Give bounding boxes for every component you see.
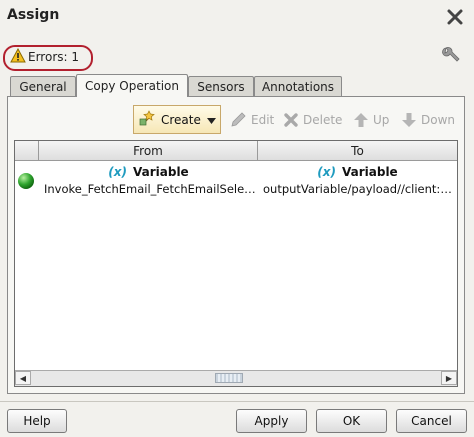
tab-annotations[interactable]: Annotations	[254, 76, 342, 96]
tab-sensors[interactable]: Sensors	[188, 76, 254, 96]
delete-button[interactable]: Delete	[283, 110, 342, 130]
scrollbar-thumb[interactable]	[215, 373, 243, 383]
arrow-down-icon	[402, 113, 416, 127]
create-label: Create	[161, 112, 201, 127]
column-header-to[interactable]: To	[258, 141, 457, 161]
ok-button[interactable]: OK	[316, 409, 387, 433]
wrench-icon[interactable]	[440, 44, 462, 66]
down-label: Down	[421, 113, 456, 127]
errors-label[interactable]: Errors: 1	[28, 50, 79, 64]
from-type: (x) Variable	[39, 165, 258, 179]
up-button[interactable]: Up	[353, 110, 389, 130]
delete-label: Delete	[303, 113, 343, 127]
edit-button[interactable]: Edit	[229, 110, 274, 130]
from-type-label: Variable	[133, 165, 189, 179]
pencil-icon	[231, 112, 246, 127]
scroll-left-icon[interactable]: ◀	[15, 371, 31, 385]
variable-icon: (x)	[317, 165, 336, 179]
create-icon	[139, 109, 157, 130]
arrow-up-icon	[354, 113, 368, 127]
close-icon[interactable]	[444, 6, 466, 28]
chevron-down-icon	[206, 113, 216, 127]
edit-label: Edit	[251, 113, 275, 127]
tab-general[interactable]: General	[10, 76, 76, 96]
scroll-right-icon[interactable]: ▶	[441, 371, 457, 385]
create-button[interactable]: Create	[133, 105, 221, 134]
help-button[interactable]: Help	[7, 409, 67, 433]
to-path: outputVariable/payload//client:Dat…	[263, 182, 455, 196]
dialog-title: Assign	[7, 7, 60, 23]
cancel-button[interactable]: Cancel	[396, 409, 467, 433]
tab-copy-operation[interactable]: Copy Operation	[76, 74, 188, 97]
column-header-from[interactable]: From	[39, 141, 258, 161]
apply-button[interactable]: Apply	[236, 409, 307, 433]
footer-divider	[0, 401, 474, 402]
from-path: Invoke_FetchEmail_FetchEmailSele…	[44, 182, 256, 196]
status-column-header	[15, 141, 39, 161]
to-type: (x) Variable	[258, 165, 457, 179]
valid-status-icon	[17, 172, 35, 190]
to-type-label: Variable	[342, 165, 398, 179]
up-label: Up	[373, 113, 390, 127]
variable-icon: (x)	[108, 165, 127, 179]
delete-x-icon	[284, 113, 298, 127]
down-button[interactable]: Down	[401, 110, 455, 130]
warning-icon	[10, 47, 26, 63]
